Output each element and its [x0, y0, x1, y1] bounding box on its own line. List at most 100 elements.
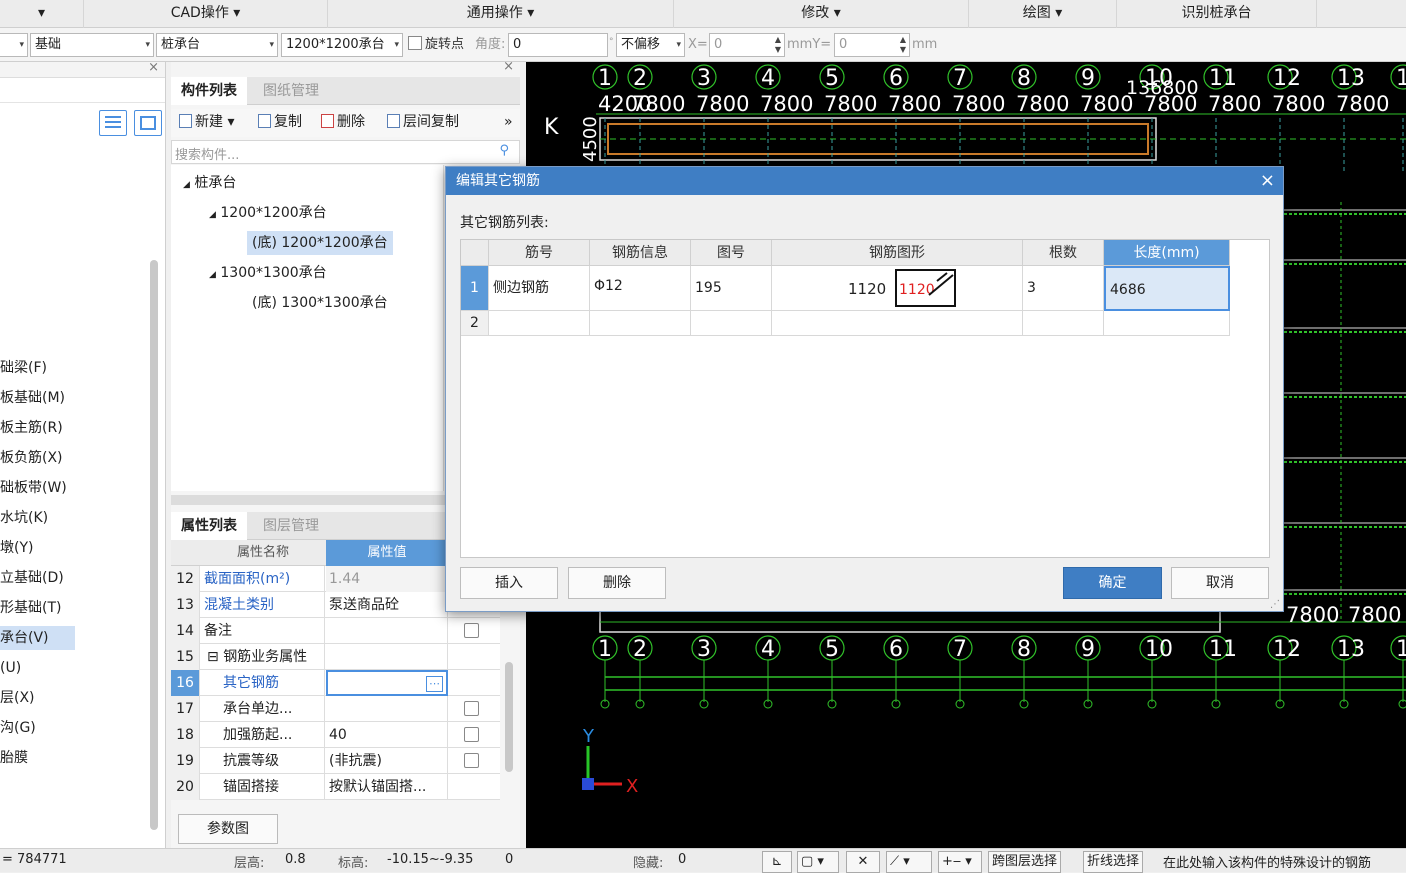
grid-row1-rebar-shape[interactable]: 1120 1120 [772, 266, 1023, 311]
insert-button[interactable]: 插入 [460, 567, 558, 599]
property-row[interactable]: 20 锚固搭接 按默认锚固搭... [171, 774, 500, 800]
grid-row2-rebar-info[interactable] [590, 311, 691, 336]
menu-modify[interactable]: 修改 ▾ [674, 0, 969, 28]
left-panel-item[interactable]: 础板带(W) [0, 476, 160, 500]
left-panel-item[interactable]: 板负筋(X) [0, 446, 160, 470]
tab-layer-management[interactable]: 图层管理 [253, 512, 329, 540]
grid-header-fig-no: 图号 [691, 240, 772, 266]
param-diagram-button[interactable]: 参数图 [178, 814, 278, 844]
grid-row2-count[interactable] [1023, 311, 1104, 336]
grid-row1-rebar-info[interactable]: Φ12 [590, 266, 691, 311]
property-checkbox[interactable] [464, 701, 479, 716]
grid-row1-length[interactable]: 4686 [1104, 266, 1230, 311]
property-value[interactable]: 40 [326, 722, 448, 748]
component-search-input[interactable]: 搜索构件... ⚲ [171, 140, 520, 164]
type-select[interactable]: 桩承台 ▾ [156, 33, 278, 57]
polyline-select-button[interactable]: 折线选择 [1083, 851, 1144, 873]
resize-grip-icon[interactable]: ⋰ [1270, 599, 1280, 610]
menu-general-ops[interactable]: 通用操作 ▾ [328, 0, 674, 28]
ellipsis-icon[interactable]: ⋯ [426, 676, 443, 692]
delete-button[interactable]: 删除 [321, 109, 365, 135]
offset-snap-icon[interactable]: +‒ ▾ [938, 851, 982, 873]
left-panel-item[interactable]: 墩(Y) [0, 536, 160, 560]
grid-row2-rebar-shape[interactable] [772, 311, 1023, 336]
angle-input[interactable]: 0 [508, 33, 608, 57]
left-panel-item[interactable]: 沟(G) [0, 716, 160, 740]
ok-button[interactable]: 确定 [1063, 567, 1162, 599]
property-value[interactable] [326, 644, 448, 670]
component-select[interactable]: 1200*1200承台 ▾ [281, 33, 403, 57]
card-view-icon[interactable] [134, 110, 162, 136]
list-view-icon[interactable] [99, 110, 127, 136]
mid-panel-close-icon[interactable]: × [503, 59, 514, 74]
left-panel-item[interactable]: 立基础(D) [0, 566, 160, 590]
dialog-close-icon[interactable]: × [1260, 167, 1275, 195]
menu-left-arrow[interactable]: ▾ [0, 0, 84, 28]
left-panel-item[interactable]: 板基础(M) [0, 386, 160, 410]
grid-row2-fig-no[interactable] [691, 311, 772, 336]
grid-row1-count[interactable]: 3 [1023, 266, 1104, 311]
property-row[interactable]: 14 备注 [171, 618, 500, 644]
collapse-icon[interactable]: ⊟ [207, 649, 223, 665]
property-checkbox[interactable] [464, 623, 479, 638]
menu-identify-pile-cap[interactable]: 识别桩承台 [1117, 0, 1317, 28]
cancel-button[interactable]: 取消 [1171, 567, 1269, 599]
property-value[interactable]: (非抗震) [326, 748, 448, 774]
property-row[interactable]: 16 其它钢筋 ⋯ [171, 670, 500, 696]
property-value[interactable]: ⋯ [326, 670, 448, 696]
left-panel-item[interactable]: (U) [0, 656, 160, 680]
grid-row1-bar-no[interactable]: 侧边钢筋 [489, 266, 590, 311]
property-value[interactable]: 1.44 [326, 566, 448, 592]
tree-leaf-1300[interactable]: (底) 1300*1300承台 [252, 291, 388, 315]
rotate-point-checkbox-wrap[interactable]: 旋转点 [408, 33, 464, 57]
menu-draw[interactable]: 绘图 ▾ [969, 0, 1117, 28]
select-mode-icon[interactable]: ▢ ▾ [797, 851, 839, 873]
search-icon[interactable]: ⚲ [499, 143, 509, 158]
left-panel-item[interactable]: 承台(V) [0, 626, 75, 650]
floor-select[interactable]: 基础 ▾ [30, 33, 154, 57]
left-panel-item[interactable]: 板主筋(R) [0, 416, 160, 440]
copy-button[interactable]: 复制 [258, 109, 302, 135]
menu-cad-ops[interactable]: CAD操作 ▾ [84, 0, 328, 28]
left-panel-close-icon[interactable]: × [148, 60, 159, 75]
tab-component-list[interactable]: 构件列表 [171, 77, 247, 105]
property-checkbox[interactable] [464, 753, 479, 768]
left-panel-item[interactable]: 胎膜 [0, 746, 160, 770]
property-row[interactable]: 19 抗震等级 (非抗震) [171, 748, 500, 774]
tab-property-list[interactable]: 属性列表 [171, 512, 247, 540]
grid-row2-length[interactable] [1104, 311, 1230, 336]
new-button[interactable]: 新建 ▾ [179, 109, 234, 135]
floor-copy-button[interactable]: 层间复制 [387, 109, 459, 135]
angle-snap-icon[interactable]: ⟋ ▾ [886, 851, 932, 873]
left-panel-item[interactable]: 水坑(K) [0, 506, 160, 530]
toolbar-first-combo[interactable]: ▾ [0, 33, 28, 57]
cross-icon[interactable]: ✕ [846, 851, 880, 873]
property-value[interactable]: 按默认锚固搭... [326, 774, 448, 800]
x-offset-input[interactable]: 0 ▲ ▼ [709, 33, 785, 57]
property-row[interactable]: 15 ⊟ 钢筋业务属性 [171, 644, 500, 670]
rotate-point-checkbox[interactable] [408, 36, 422, 50]
more-icon[interactable]: » [504, 109, 513, 135]
offset-mode-select[interactable]: 不偏移 ▾ [616, 33, 685, 57]
tree-root[interactable]: ◢ 桩承台 [183, 171, 236, 195]
tree-leaf-1200[interactable]: (底) 1200*1200承台 [247, 231, 393, 255]
left-panel-item[interactable]: 形基础(T) [0, 596, 160, 620]
property-row[interactable]: 17 承台单边... [171, 696, 500, 722]
dialog-delete-button[interactable]: 删除 [568, 567, 666, 599]
tab-drawing-management[interactable]: 图纸管理 [253, 77, 329, 105]
grid-row1-fig-no[interactable]: 195 [691, 266, 772, 311]
grid-row2-bar-no[interactable] [489, 311, 590, 336]
tree-group-1300[interactable]: ◢ 1300*1300承台 [209, 261, 327, 285]
tree-group-1200[interactable]: ◢ 1200*1200承台 [209, 201, 327, 225]
property-value[interactable] [326, 696, 448, 722]
property-scrollbar[interactable] [505, 662, 513, 772]
left-panel-item[interactable]: 层(X) [0, 686, 160, 710]
left-panel-item[interactable]: 础梁(F) [0, 356, 160, 380]
property-value[interactable]: 泵送商品砼 [326, 592, 448, 618]
ortho-snap-icon[interactable]: ⊾ [762, 851, 792, 873]
y-offset-input[interactable]: 0 ▲ ▼ [834, 33, 910, 57]
property-row[interactable]: 18 加强筋起... 40 [171, 722, 500, 748]
cross-floor-select-button[interactable]: 跨图层选择 [988, 851, 1062, 873]
property-value[interactable] [326, 618, 448, 644]
property-checkbox[interactable] [464, 727, 479, 742]
